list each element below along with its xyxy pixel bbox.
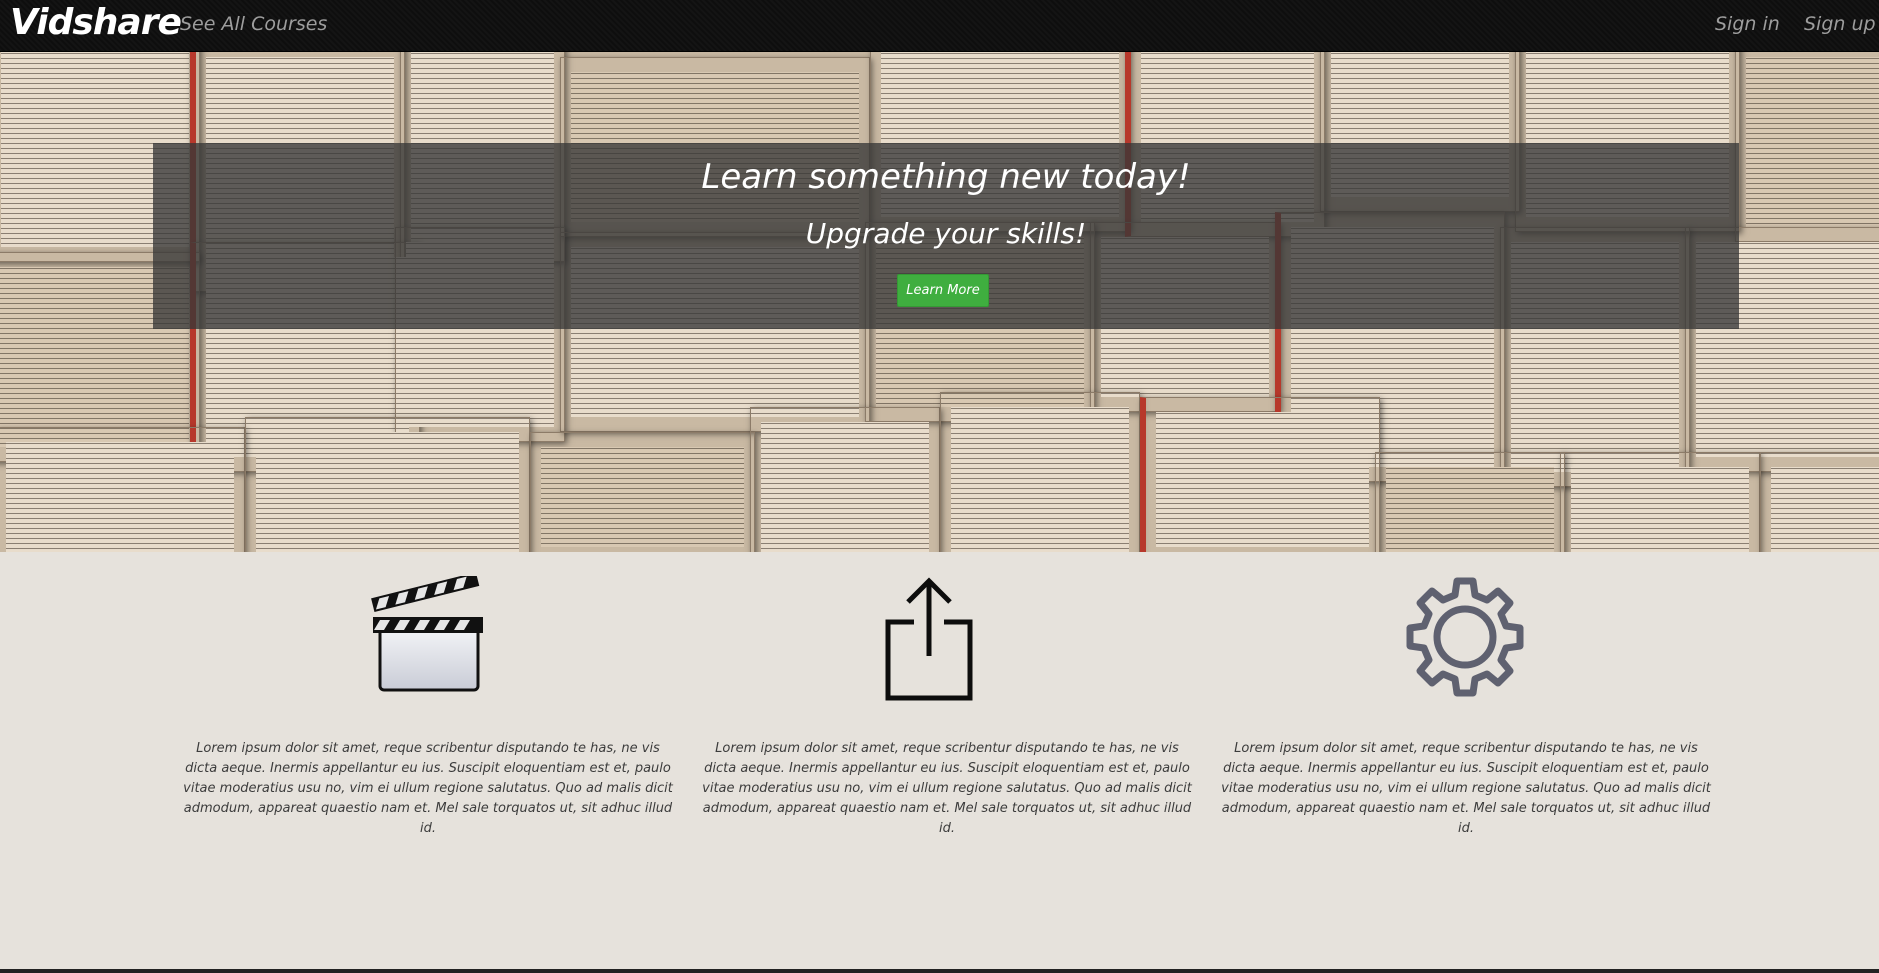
hero-title: Learn something new today!: [701, 157, 1191, 197]
feature-description-1: Lorem ipsum dolor sit amet, reque scribe…: [183, 741, 673, 836]
footer-bar: [0, 969, 1879, 973]
sign-in-link[interactable]: Sign in: [1715, 13, 1780, 35]
learn-more-button[interactable]: Learn More: [897, 274, 989, 307]
brand-logo[interactable]: Vidshare: [10, 2, 182, 43]
share-upload-icon: [885, 577, 973, 701]
see-all-courses-link[interactable]: See All Courses: [180, 13, 327, 35]
navbar: Vidshare See All Courses Sign in Sign up: [0, 0, 1879, 52]
hero-overlay-panel: Learn something new today! Upgrade your …: [153, 143, 1739, 329]
sign-up-link[interactable]: Sign up: [1804, 13, 1876, 35]
gear-icon: [1406, 577, 1524, 697]
feature-description-2: Lorem ipsum dolor sit amet, reque scribe…: [702, 741, 1192, 836]
hero-banner: Learn something new today! Upgrade your …: [0, 52, 1879, 552]
hero-subtitle: Upgrade your skills!: [805, 217, 1087, 250]
clapperboard-icon: [371, 576, 483, 692]
feature-description-3: Lorem ipsum dolor sit amet, reque scribe…: [1221, 741, 1711, 836]
